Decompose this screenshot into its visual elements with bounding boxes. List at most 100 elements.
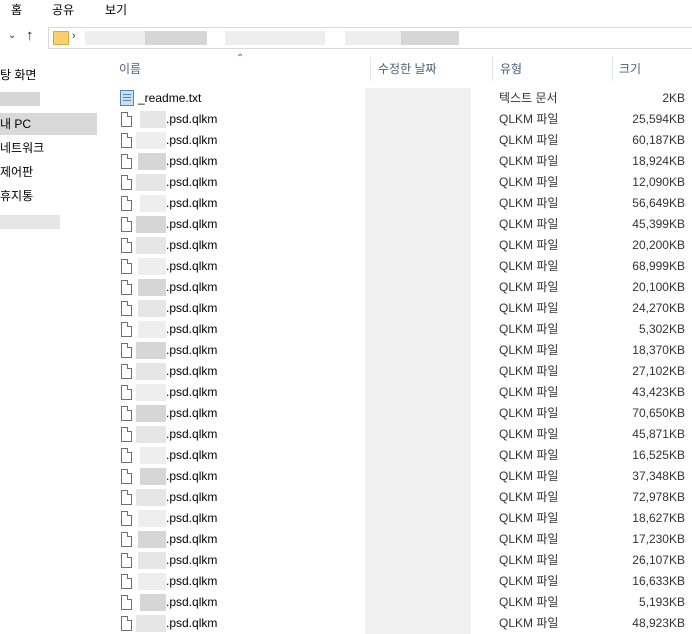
file-name-redacted: [138, 279, 166, 296]
nav-item-control-panel[interactable]: 제어판: [0, 161, 33, 183]
file-icon: [121, 343, 132, 358]
file-icon: [121, 490, 132, 505]
up-arrow-icon[interactable]: ↑: [26, 27, 34, 44]
file-row[interactable]: .psd.qlkm QLKM 파일 26,107KB: [100, 550, 692, 571]
file-row[interactable]: .psd.qlkm QLKM 파일 70,650KB: [100, 403, 692, 424]
file-row[interactable]: .psd.qlkm QLKM 파일 43,423KB: [100, 382, 692, 403]
file-name-redacted: [138, 258, 166, 275]
file-row[interactable]: .psd.qlkm QLKM 파일 16,525KB: [100, 445, 692, 466]
file-row[interactable]: _readme.txt 텍스트 문서 2KB: [100, 88, 692, 109]
file-row[interactable]: .psd.qlkm QLKM 파일 18,924KB: [100, 151, 692, 172]
file-row[interactable]: .psd.qlkm QLKM 파일 48,923KB: [100, 613, 692, 634]
nav-item-recycle-bin[interactable]: 휴지통: [0, 185, 33, 207]
file-type: QLKM 파일: [499, 364, 559, 378]
tab-share[interactable]: 공유: [52, 1, 74, 18]
breadcrumb-redacted: [145, 31, 207, 45]
file-row[interactable]: .psd.qlkm QLKM 파일 25,594KB: [100, 109, 692, 130]
file-type: 텍스트 문서: [499, 91, 558, 105]
column-header-date-modified[interactable]: 수정한 날짜: [378, 56, 437, 82]
file-type: QLKM 파일: [499, 217, 559, 231]
nav-item-network[interactable]: 네트워크: [0, 137, 44, 159]
file-size: 5,193KB: [638, 595, 685, 609]
file-type: QLKM 파일: [499, 511, 559, 525]
file-row[interactable]: .psd.qlkm QLKM 파일 18,627KB: [100, 508, 692, 529]
file-name-redacted: [136, 363, 166, 380]
file-row[interactable]: .psd.qlkm QLKM 파일 72,978KB: [100, 487, 692, 508]
file-name-redacted: [138, 510, 166, 527]
file-row[interactable]: .psd.qlkm QLKM 파일 24,270KB: [100, 298, 692, 319]
file-row[interactable]: .psd.qlkm QLKM 파일 45,871KB: [100, 424, 692, 445]
sort-ascending-icon: ⌃: [236, 53, 245, 64]
file-icon: [121, 574, 132, 589]
file-type: QLKM 파일: [499, 238, 559, 252]
file-row[interactable]: .psd.qlkm QLKM 파일 20,100KB: [100, 277, 692, 298]
file-row[interactable]: .psd.qlkm QLKM 파일 45,399KB: [100, 214, 692, 235]
file-size: 70,650KB: [632, 406, 685, 420]
file-name: .psd.qlkm: [166, 427, 218, 441]
file-name-redacted: [138, 531, 166, 548]
file-row[interactable]: .psd.qlkm QLKM 파일 60,187KB: [100, 130, 692, 151]
file-row[interactable]: .psd.qlkm QLKM 파일 5,193KB: [100, 592, 692, 613]
file-name: .psd.qlkm: [166, 217, 218, 231]
file-size: 56,649KB: [632, 196, 685, 210]
file-icon: [121, 301, 132, 316]
file-icon: [121, 406, 132, 421]
file-icon: [121, 259, 132, 274]
file-icon: [121, 322, 132, 337]
file-name: .psd.qlkm: [166, 343, 218, 357]
file-name: .psd.qlkm: [166, 364, 218, 378]
file-row[interactable]: .psd.qlkm QLKM 파일 12,090KB: [100, 172, 692, 193]
file-size: 16,525KB: [632, 448, 685, 462]
file-icon: [121, 238, 132, 253]
file-explorer-window: 홈 공유 보기 ⌄ ↑ › 탕 화면 내 PC 네트워크 제어판 휴지통 ⌃ 이…: [0, 0, 692, 634]
file-type: QLKM 파일: [499, 385, 559, 399]
file-type: QLKM 파일: [499, 616, 559, 630]
file-name: .psd.qlkm: [166, 511, 218, 525]
nav-item-this-pc[interactable]: 내 PC: [0, 113, 97, 135]
folder-icon: [53, 31, 69, 45]
file-row[interactable]: .psd.qlkm QLKM 파일 56,649KB: [100, 193, 692, 214]
file-name-redacted: [136, 405, 166, 422]
file-row[interactable]: .psd.qlkm QLKM 파일 16,633KB: [100, 571, 692, 592]
tab-home[interactable]: 홈: [11, 1, 22, 18]
file-icon: [121, 511, 132, 526]
column-divider[interactable]: [370, 57, 371, 81]
file-name-redacted: [136, 384, 166, 401]
file-name: .psd.qlkm: [166, 280, 218, 294]
tab-view[interactable]: 보기: [105, 1, 127, 18]
recent-locations-chevron-icon[interactable]: ⌄: [8, 30, 16, 41]
file-row[interactable]: .psd.qlkm QLKM 파일 68,999KB: [100, 256, 692, 277]
file-row[interactable]: .psd.qlkm QLKM 파일 20,200KB: [100, 235, 692, 256]
column-divider[interactable]: [492, 57, 493, 81]
breadcrumb-chevron-icon[interactable]: ›: [72, 30, 76, 42]
file-name-redacted: [136, 489, 166, 506]
file-row[interactable]: .psd.qlkm QLKM 파일 17,230KB: [100, 529, 692, 550]
file-type: QLKM 파일: [499, 133, 559, 147]
file-icon: [121, 133, 132, 148]
column-header-type[interactable]: 유형: [500, 56, 522, 82]
file-type: QLKM 파일: [499, 301, 559, 315]
text-file-icon: [120, 90, 134, 106]
file-name-redacted: [138, 300, 166, 317]
file-name-redacted: [140, 111, 166, 128]
file-name-redacted: [136, 174, 166, 191]
file-row[interactable]: .psd.qlkm QLKM 파일 27,102KB: [100, 361, 692, 382]
breadcrumb-redacted: [345, 31, 401, 45]
column-header-name[interactable]: 이름: [119, 56, 141, 82]
file-size: 45,871KB: [632, 427, 685, 441]
file-name-redacted: [138, 552, 166, 569]
file-size: 18,924KB: [632, 154, 685, 168]
file-size: 26,107KB: [632, 553, 685, 567]
file-type: QLKM 파일: [499, 427, 559, 441]
column-header-size[interactable]: 크기: [619, 56, 641, 82]
column-divider[interactable]: [612, 57, 613, 81]
file-type: QLKM 파일: [499, 280, 559, 294]
address-bar[interactable]: ›: [48, 27, 692, 49]
file-row[interactable]: .psd.qlkm QLKM 파일 5,302KB: [100, 319, 692, 340]
file-name: .psd.qlkm: [166, 238, 218, 252]
file-row[interactable]: .psd.qlkm QLKM 파일 37,348KB: [100, 466, 692, 487]
file-row[interactable]: .psd.qlkm QLKM 파일 18,370KB: [100, 340, 692, 361]
file-type: QLKM 파일: [499, 322, 559, 336]
nav-item-desktop[interactable]: 탕 화면: [0, 64, 36, 86]
file-icon: [121, 280, 132, 295]
